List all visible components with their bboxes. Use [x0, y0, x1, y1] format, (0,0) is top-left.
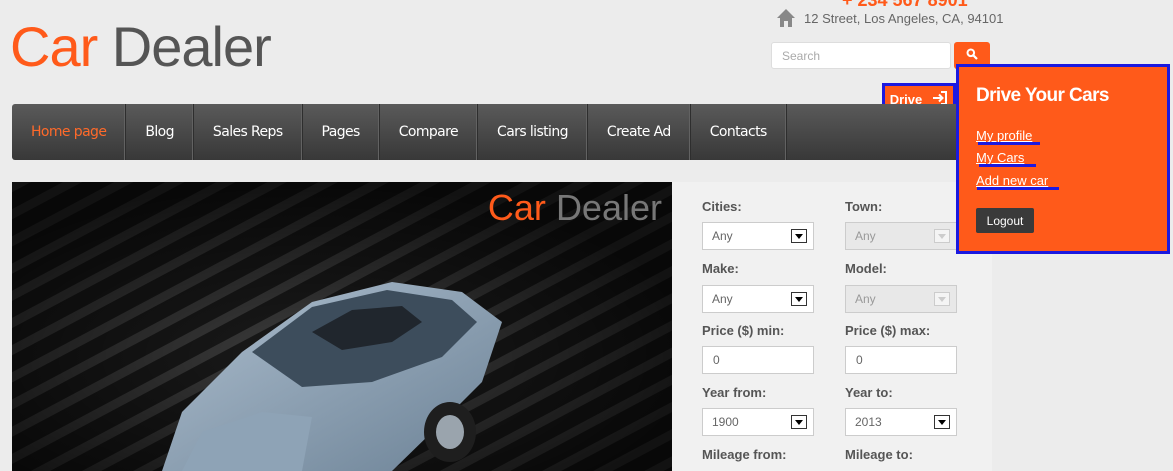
- year-from-label: Year from:: [702, 385, 767, 400]
- chevron-down-icon: [934, 415, 950, 429]
- highlight-underline: [979, 164, 1036, 167]
- site-logo[interactable]: Car Dealer: [10, 12, 272, 82]
- town-select: Any: [845, 222, 957, 250]
- chevron-down-icon: [791, 229, 807, 243]
- town-label: Town:: [845, 199, 883, 214]
- nav-item-pages[interactable]: Pages: [303, 104, 380, 160]
- home-icon: [776, 8, 796, 28]
- nav-item-sales-reps[interactable]: Sales Reps: [194, 104, 303, 160]
- model-select: Any: [845, 285, 957, 313]
- nav-item-cars-listing[interactable]: Cars listing: [478, 104, 588, 160]
- town-select-value: Any: [855, 229, 876, 243]
- add-new-car-link[interactable]: Add new car: [976, 173, 1048, 188]
- year-to-label: Year to:: [845, 385, 893, 400]
- mileage-from-label: Mileage from:: [702, 447, 787, 462]
- hero-logo-car-text: Car: [487, 187, 546, 228]
- year-from-select-value: 1900: [712, 415, 739, 429]
- chevron-down-icon: [791, 292, 807, 306]
- logo-car-text: Car: [10, 15, 98, 78]
- car-search-form: Cities: Town: Any Any Make: Model: Any A…: [672, 182, 992, 471]
- highlight-underline: [978, 142, 1040, 145]
- nav-item-blog[interactable]: Blog: [126, 104, 194, 160]
- year-from-select[interactable]: 1900: [702, 408, 814, 436]
- price-max-input[interactable]: [845, 346, 957, 374]
- mileage-to-label: Mileage to:: [845, 447, 913, 462]
- nav-item-home-page[interactable]: Home page: [12, 104, 127, 160]
- highlight-underline: [977, 187, 1059, 190]
- model-label: Model:: [845, 261, 887, 276]
- year-to-select[interactable]: 2013: [845, 408, 957, 436]
- price-min-label: Price ($) min:: [702, 323, 785, 338]
- year-to-select-value: 2013: [855, 415, 882, 429]
- my-cars-link[interactable]: My Cars: [976, 150, 1024, 165]
- panel-title: Drive Your Cars: [976, 85, 1109, 106]
- model-select-value: Any: [855, 292, 876, 306]
- make-select-value: Any: [712, 292, 733, 306]
- hero-logo-dealer-text: Dealer: [555, 187, 662, 228]
- nav-item-compare[interactable]: Compare: [380, 104, 479, 160]
- logo-dealer-text: Dealer: [111, 15, 272, 78]
- cities-label: Cities:: [702, 199, 742, 214]
- chevron-down-icon: [791, 415, 807, 429]
- chevron-down-icon: [934, 292, 950, 306]
- nav-item-contacts[interactable]: Contacts: [691, 104, 787, 160]
- main-nav: Home page Blog Sales Reps Pages Compare …: [12, 104, 973, 160]
- cities-select[interactable]: Any: [702, 222, 814, 250]
- chevron-down-icon: [934, 229, 950, 243]
- drive-dropdown-panel: Drive Your Cars My profile My Cars Add n…: [956, 64, 1170, 254]
- nav-item-create-ad[interactable]: Create Ad: [588, 104, 691, 160]
- make-label: Make:: [702, 261, 739, 276]
- my-profile-link[interactable]: My profile: [976, 128, 1032, 143]
- logout-button[interactable]: Logout: [976, 208, 1034, 233]
- search-icon: [966, 47, 978, 65]
- make-select[interactable]: Any: [702, 285, 814, 313]
- address-text: 12 Street, Los Angeles, CA, 94101: [804, 10, 1004, 26]
- address: 12 Street, Los Angeles, CA, 94101: [776, 6, 1003, 30]
- hero-banner: Car Dealer: [12, 182, 672, 471]
- price-min-input[interactable]: [702, 346, 814, 374]
- price-max-label: Price ($) max:: [845, 323, 931, 338]
- hero-logo: Car Dealer: [488, 186, 662, 230]
- search-input[interactable]: [771, 42, 951, 69]
- cities-select-value: Any: [712, 229, 733, 243]
